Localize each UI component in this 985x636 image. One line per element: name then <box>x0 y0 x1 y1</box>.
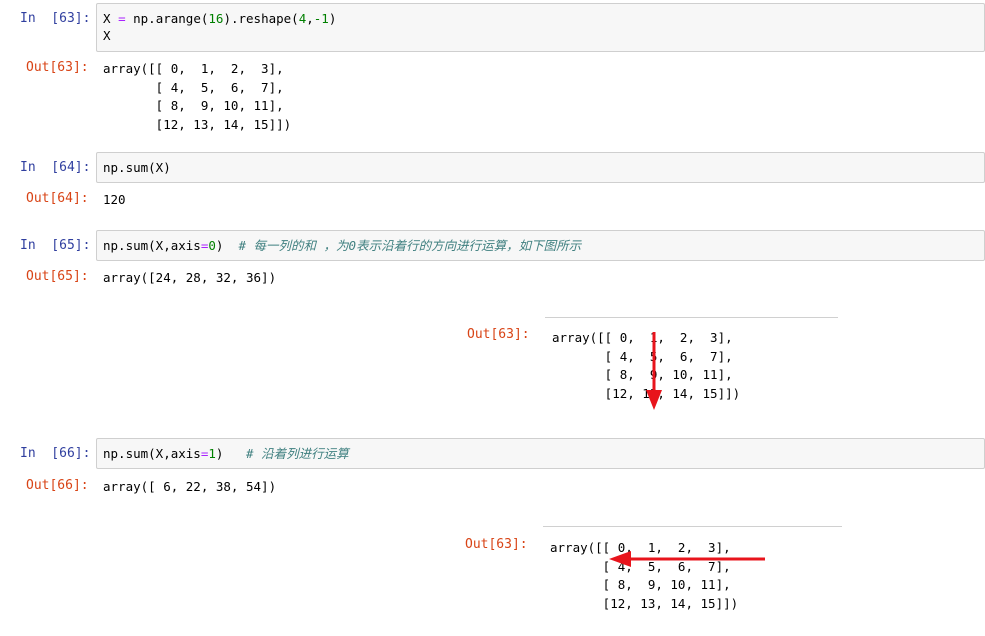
illustration-out-prompt: Out[63]: <box>467 327 530 342</box>
code-text: X = np.arange(16).reshape(4,-1) X <box>103 10 336 44</box>
output-text-64: 120 <box>103 191 126 210</box>
code-cell-66[interactable]: np.sum(X,axis=1) # 沿着列进行运算 <box>96 438 985 469</box>
code-text: np.sum(X) <box>103 159 171 176</box>
out-prompt-65: Out[65]: <box>26 269 89 284</box>
output-text-65: array([24, 28, 32, 36]) <box>103 269 276 288</box>
code-line: X <box>103 27 336 44</box>
code-token: 0 <box>208 238 216 253</box>
code-cell-65[interactable]: np.sum(X,axis=0) # 每一列的和 ，为0表示沿着行的方向进行运算… <box>96 230 985 261</box>
code-line: np.sum(X) <box>103 159 171 176</box>
code-line: np.sum(X,axis=0) # 每一列的和 ，为0表示沿着行的方向进行运算… <box>103 237 581 254</box>
code-token: = <box>118 11 126 26</box>
output-line: [12, 13, 14, 15]]) <box>550 595 739 611</box>
output-line: array([24, 28, 32, 36]) <box>103 270 277 285</box>
code-cell-63[interactable]: X = np.arange(16).reshape(4,-1) X <box>96 3 985 52</box>
output-line: [ 4, 5, 6, 7], <box>103 79 284 95</box>
code-comment: # 沿着列进行运算 <box>246 446 349 461</box>
code-text: np.sum(X,axis=0) # 每一列的和 ，为0表示沿着行的方向进行运算… <box>103 237 581 254</box>
in-prompt-65: In [65]: <box>20 238 91 253</box>
output-line: [ 8, 9, 10, 11], <box>103 98 284 113</box>
arrow-down-icon <box>646 332 662 410</box>
code-token: ) <box>215 446 247 461</box>
output-line: array([[ 0, 1, 2, 3], <box>103 61 284 76</box>
output-line: [ 8, 9, 10, 11], <box>550 577 731 592</box>
in-prompt-66: In [66]: <box>20 446 91 461</box>
out-prompt-63: Out[63]: <box>26 60 89 75</box>
code-text: np.sum(X,axis=1) # 沿着列进行运算 <box>103 445 349 462</box>
code-token: np.arange( <box>125 11 209 26</box>
code-token: ) <box>215 238 239 253</box>
code-token: 1 <box>208 446 216 461</box>
code-token: np.sum(X) <box>103 160 171 175</box>
arrow-left-icon <box>609 551 765 567</box>
in-prompt-63: In [63]: <box>20 11 91 26</box>
output-text-66: array([ 6, 22, 38, 54]) <box>103 478 276 497</box>
code-token: np.sum(X,axis <box>103 238 201 253</box>
illustration-divider <box>543 526 842 527</box>
code-token: X <box>103 28 111 43</box>
code-cell-64[interactable]: np.sum(X) <box>96 152 985 183</box>
code-token: ) <box>328 11 337 26</box>
output-line: [12, 13, 14, 15]]) <box>103 116 292 132</box>
output-text-63: array([[ 0, 1, 2, 3], [ 4, 5, 6, 7], [ 8… <box>103 60 291 134</box>
out-prompt-64: Out[64]: <box>26 191 89 206</box>
code-comment: # 每一列的和 ，为0表示沿着行的方向进行运算，如下图所示 <box>238 238 582 253</box>
code-token: 16 <box>208 11 224 26</box>
code-token: -1 <box>313 11 329 26</box>
out-prompt-66: Out[66]: <box>26 478 89 493</box>
code-line: np.sum(X,axis=1) # 沿着列进行运算 <box>103 445 349 462</box>
code-token: , <box>306 11 314 26</box>
code-token: ).reshape( <box>223 11 299 26</box>
illustration-out-prompt: Out[63]: <box>465 537 528 552</box>
output-line: 120 <box>103 192 126 207</box>
code-line: X = np.arange(16).reshape(4,-1) <box>103 10 336 27</box>
code-token: X <box>103 11 119 26</box>
output-line: array([ 6, 22, 38, 54]) <box>103 479 277 494</box>
code-token: np.sum(X,axis <box>103 446 201 461</box>
in-prompt-64: In [64]: <box>20 160 91 175</box>
illustration-divider <box>545 317 838 318</box>
